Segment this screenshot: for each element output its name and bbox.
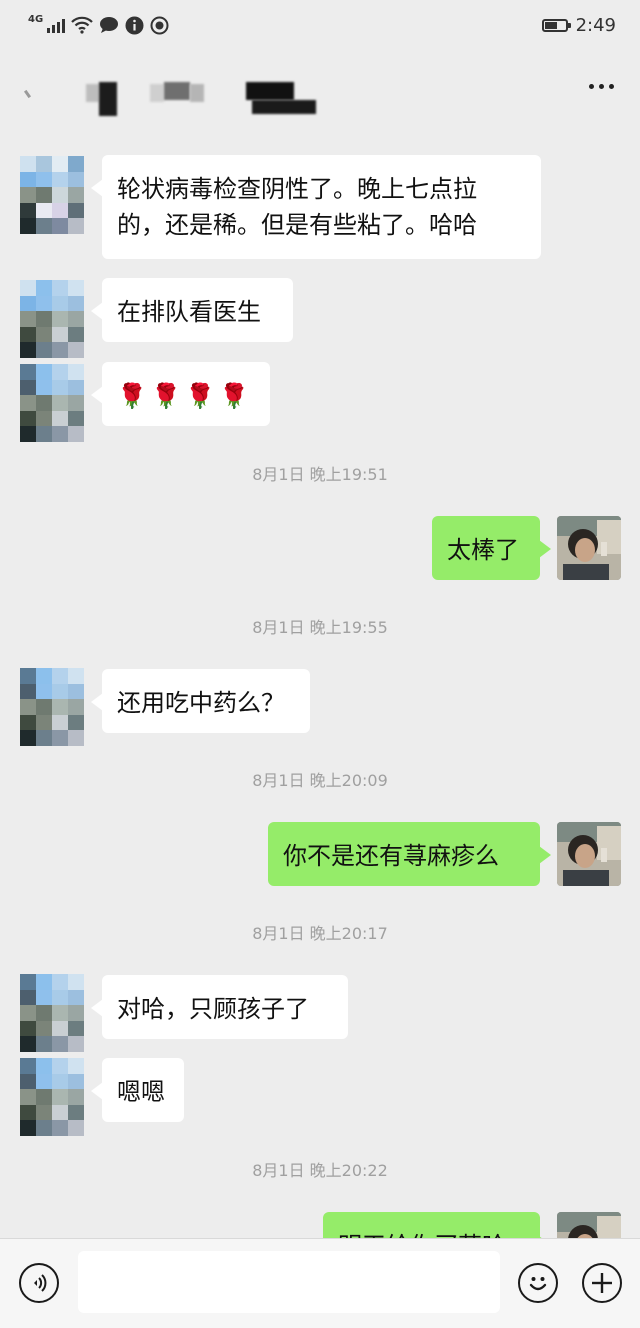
more-dots-icon [589,84,614,89]
message-bubble-incoming[interactable]: 嗯嗯 [91,1058,184,1122]
message-text: 你不是还有荨麻疹么 [283,842,499,870]
contact-avatar[interactable] [20,974,84,1052]
signal-icon [47,17,66,33]
message-bubble-outgoing[interactable]: 你不是还有荨麻疹么 [268,822,551,886]
emoji-icon [529,1277,547,1291]
battery-icon [541,18,571,32]
my-avatar[interactable] [557,1212,621,1238]
emoji-button[interactable] [518,1263,558,1303]
message-timestamp: 8月1日 晚上20:17 [252,924,388,943]
input-bar [0,1238,640,1328]
message-bubble-incoming[interactable]: 在排队看医生 [91,278,293,342]
network-type-label: 4G [28,13,44,25]
contact-name [80,80,320,120]
back-button[interactable] [18,80,42,110]
voice-button[interactable] [19,1263,59,1303]
status-time: 2:49 [575,14,616,36]
chat-notification-icon [100,17,119,33]
message-timestamp: 8月1日 晚上19:55 [252,618,388,637]
contact-avatar[interactable] [20,156,84,234]
avatar-photo [557,822,621,886]
message-timestamp: 8月1日 晚上20:09 [252,771,388,790]
message-timestamp: 8月1日 晚上20:22 [252,1161,388,1180]
message-bubble-outgoing[interactable]: 太棒了 [432,516,551,580]
rose-emoji-icon: 🌹 [151,382,181,410]
rose-emoji-icon: 🌹 [185,382,215,410]
status-icons-right: 2:49 [541,12,616,38]
chat-header [0,50,640,136]
message-bubble-outgoing[interactable]: 明天给你买药哈 [323,1212,551,1238]
message-text-line: 的，还是稀。但是有些粘了。哈哈 [117,211,477,239]
message-bubble-incoming[interactable]: 轮状病毒检查阴性了。晚上七点拉 的，还是稀。但是有些粘了。哈哈 [91,155,541,259]
app-notification-icon [150,16,169,34]
contact-avatar[interactable] [20,364,84,442]
message-bubble-incoming[interactable]: 对哈，只顾孩子了 [91,975,348,1039]
message-text: 还用吃中药么？ [117,689,285,717]
avatar-photo [557,1212,621,1238]
more-button[interactable] [589,84,614,89]
status-bar: 4G 2:49 [0,0,640,50]
my-avatar[interactable] [557,822,621,886]
contact-avatar[interactable] [20,280,84,358]
message-text: 嗯嗯 [117,1078,165,1106]
back-icon [23,89,32,99]
rose-emoji-icon: 🌹 [117,382,147,410]
message-text: 太棒了 [447,536,519,564]
message-text: 在排队看医生 [117,298,261,326]
plus-icon [592,1273,612,1293]
message-input[interactable] [78,1251,500,1313]
contact-avatar[interactable] [20,1058,84,1136]
message-text-line: 轮状病毒检查阴性了。晚上七点拉 [117,175,477,203]
message-bubble-incoming[interactable]: 还用吃中药么？ [91,669,310,733]
contact-avatar[interactable] [20,668,84,746]
message-list[interactable]: 轮状病毒检查阴性了。晚上七点拉 的，还是稀。但是有些粘了。哈哈 在排队看医生 🌹… [0,136,640,1238]
plus-button[interactable] [582,1263,622,1303]
my-avatar[interactable] [557,516,621,580]
message-text: 明天给你买药哈 [338,1228,525,1238]
rose-emoji-row: 🌹 🌹 🌹 🌹 [117,378,255,414]
message-timestamp: 8月1日 晚上19:51 [252,465,388,484]
wifi-icon [71,16,93,34]
rose-emoji-icon: 🌹 [219,382,249,410]
status-icons-left: 4G [28,12,169,38]
avatar-photo [557,516,621,580]
message-text: 对哈，只顾孩子了 [117,995,309,1023]
voice-icon [34,1274,47,1292]
info-notification-icon [125,16,144,34]
message-bubble-incoming[interactable]: 🌹 🌹 🌹 🌹 [91,362,270,426]
